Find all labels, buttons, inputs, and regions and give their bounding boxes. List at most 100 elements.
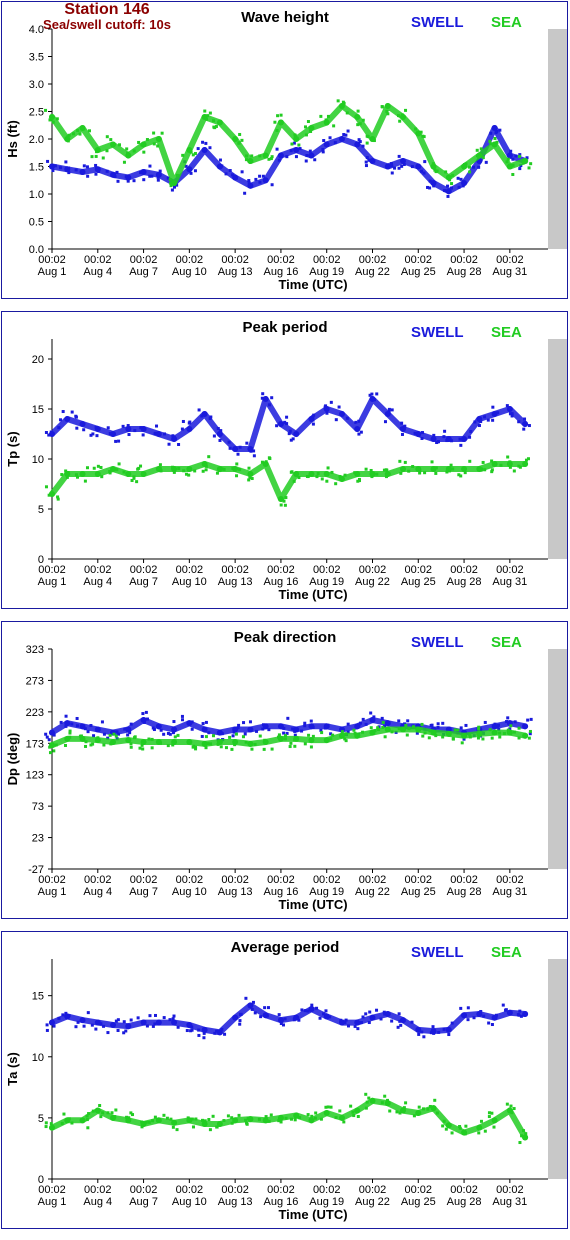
data-marker [383,420,387,424]
data-marker [344,732,348,736]
data-point [125,471,132,477]
data-point [400,726,407,733]
data-marker [450,182,454,186]
data-marker [224,746,228,750]
x-tick-date: Aug 31 [492,1196,527,1208]
data-marker [458,437,462,441]
data-marker [290,470,294,474]
data-marker [329,400,333,404]
data-marker [200,734,204,738]
data-marker [423,471,427,475]
data-marker [369,468,373,472]
data-marker [216,742,220,746]
data-marker [338,1109,342,1113]
data-marker [181,718,185,722]
data-marker [417,433,421,437]
data-marker [194,1117,198,1121]
data-marker [342,133,346,137]
x-tick-date: Aug 1 [38,266,67,278]
data-marker [397,1012,401,1016]
data-marker [140,1120,144,1124]
x-tick-date: Aug 13 [218,886,253,898]
data-marker [508,153,512,157]
data-marker [313,1116,317,1120]
data-marker [211,734,215,738]
data-marker [246,1117,250,1121]
data-marker [479,468,483,472]
data-marker [113,175,117,179]
x-tick-time: 00:02 [405,254,433,266]
data-marker [450,439,454,443]
data-marker [509,1010,513,1014]
data-marker [334,482,338,486]
data-marker [141,747,145,751]
data-marker [157,740,161,744]
data-marker [117,143,121,147]
data-marker [204,735,208,739]
y-tick-label: 3.5 [29,52,44,64]
data-marker [61,1013,65,1017]
data-marker [417,1105,421,1109]
data-marker [481,460,485,464]
panel-peak-period: Peak period SWELL SEA 0 5 10 15 20 Tp (s) 00:02 Au… [1,311,568,609]
data-marker [511,163,515,167]
data-marker [126,733,130,737]
data-marker [208,111,212,115]
data-marker [258,734,262,738]
data-point [110,141,117,148]
data-marker [451,737,455,741]
data-marker [487,1021,491,1025]
data-marker [380,1101,384,1105]
data-marker [279,113,283,117]
y-tick-label: 15 [32,404,44,416]
data-marker [151,726,155,730]
data-marker [90,155,94,159]
data-marker [459,443,463,447]
chart-svg: Peak direction SWELL SEA-27237312317322327… [5,629,567,912]
data-marker [133,735,137,739]
data-marker [147,1120,151,1124]
data-marker [441,735,445,739]
data-marker [236,452,240,456]
data-marker [390,1019,394,1023]
x-axis-label: Time (UTC) [278,587,347,602]
data-marker [52,1024,56,1028]
data-marker [145,138,149,142]
data-marker [393,166,397,170]
data-marker [275,147,279,151]
data-marker [240,170,244,174]
data-marker [364,1092,368,1096]
data-marker [257,1117,261,1121]
data-marker [422,1035,426,1039]
data-marker [177,442,181,446]
data-marker [428,179,432,183]
data-marker [324,1105,328,1109]
data-marker [284,734,288,738]
data-marker [326,723,330,727]
data-marker [381,725,385,729]
data-marker [53,164,57,168]
data-marker [412,1114,416,1118]
data-marker [512,1107,516,1111]
data-point [338,136,345,142]
data-marker [83,727,87,731]
data-marker [44,732,48,736]
data-marker [381,720,385,724]
data-marker [444,1127,448,1131]
data-marker [190,1028,194,1032]
x-tick-time: 00:02 [496,874,524,886]
data-marker [265,1014,269,1018]
x-tick-time: 00:02 [267,254,295,266]
data-marker [310,1003,314,1007]
data-marker [176,733,180,737]
data-marker [223,1032,227,1036]
x-tick-date: Aug 13 [218,576,253,588]
x-tick-date: Aug 7 [129,266,158,278]
data-marker [211,1114,215,1118]
data-marker [400,113,404,117]
data-marker [468,735,472,739]
data-marker [517,736,521,740]
data-marker [506,728,510,732]
data-marker [197,1033,201,1037]
data-marker [298,1116,302,1120]
